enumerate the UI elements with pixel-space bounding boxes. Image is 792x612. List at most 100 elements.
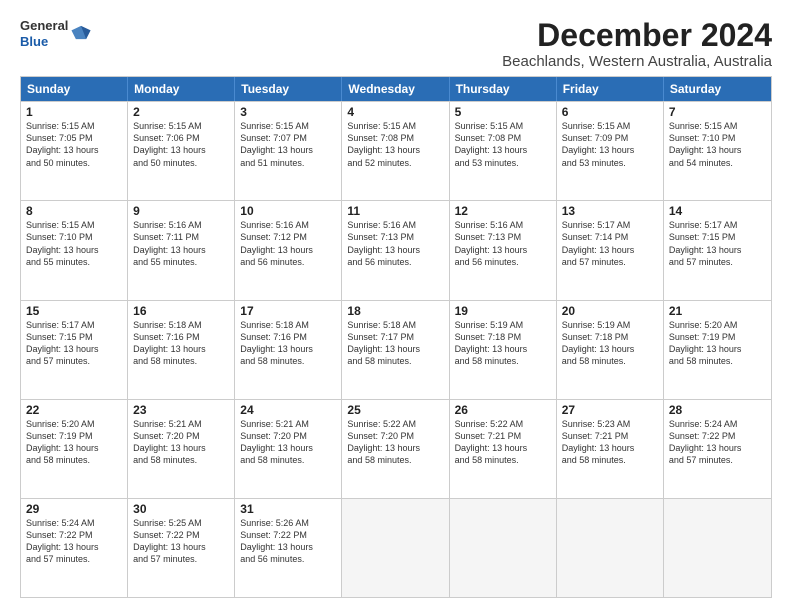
- day-info: Sunrise: 5:24 AMSunset: 7:22 PMDaylight:…: [669, 418, 766, 467]
- day-14: 14 Sunrise: 5:17 AMSunset: 7:15 PMDaylig…: [664, 201, 771, 299]
- day-number: 20: [562, 304, 658, 318]
- day-info: Sunrise: 5:18 AMSunset: 7:16 PMDaylight:…: [133, 319, 229, 368]
- day-number: 24: [240, 403, 336, 417]
- day-12: 12 Sunrise: 5:16 AMSunset: 7:13 PMDaylig…: [450, 201, 557, 299]
- day-9: 9 Sunrise: 5:16 AMSunset: 7:11 PMDayligh…: [128, 201, 235, 299]
- day-number: 3: [240, 105, 336, 119]
- day-number: 18: [347, 304, 443, 318]
- day-info: Sunrise: 5:21 AMSunset: 7:20 PMDaylight:…: [133, 418, 229, 467]
- day-30: 30 Sunrise: 5:25 AMSunset: 7:22 PMDaylig…: [128, 499, 235, 597]
- day-info: Sunrise: 5:15 AMSunset: 7:09 PMDaylight:…: [562, 120, 658, 169]
- day-18: 18 Sunrise: 5:18 AMSunset: 7:17 PMDaylig…: [342, 301, 449, 399]
- day-number: 13: [562, 204, 658, 218]
- day-info: Sunrise: 5:16 AMSunset: 7:12 PMDaylight:…: [240, 219, 336, 268]
- day-6: 6 Sunrise: 5:15 AMSunset: 7:09 PMDayligh…: [557, 102, 664, 200]
- col-saturday: Saturday: [664, 77, 771, 101]
- day-number: 6: [562, 105, 658, 119]
- day-info: Sunrise: 5:21 AMSunset: 7:20 PMDaylight:…: [240, 418, 336, 467]
- day-info: Sunrise: 5:15 AMSunset: 7:08 PMDaylight:…: [347, 120, 443, 169]
- day-info: Sunrise: 5:15 AMSunset: 7:10 PMDaylight:…: [26, 219, 122, 268]
- day-16: 16 Sunrise: 5:18 AMSunset: 7:16 PMDaylig…: [128, 301, 235, 399]
- calendar-body: 1 Sunrise: 5:15 AMSunset: 7:05 PMDayligh…: [21, 101, 771, 597]
- col-friday: Friday: [557, 77, 664, 101]
- day-3: 3 Sunrise: 5:15 AMSunset: 7:07 PMDayligh…: [235, 102, 342, 200]
- day-24: 24 Sunrise: 5:21 AMSunset: 7:20 PMDaylig…: [235, 400, 342, 498]
- day-number: 31: [240, 502, 336, 516]
- week-row-4: 22 Sunrise: 5:20 AMSunset: 7:19 PMDaylig…: [21, 399, 771, 498]
- day-info: Sunrise: 5:16 AMSunset: 7:11 PMDaylight:…: [133, 219, 229, 268]
- day-info: Sunrise: 5:19 AMSunset: 7:18 PMDaylight:…: [455, 319, 551, 368]
- day-29: 29 Sunrise: 5:24 AMSunset: 7:22 PMDaylig…: [21, 499, 128, 597]
- day-info: Sunrise: 5:16 AMSunset: 7:13 PMDaylight:…: [347, 219, 443, 268]
- day-27: 27 Sunrise: 5:23 AMSunset: 7:21 PMDaylig…: [557, 400, 664, 498]
- logo: General Blue: [20, 18, 92, 49]
- empty-cell: [557, 499, 664, 597]
- calendar-header: Sunday Monday Tuesday Wednesday Thursday…: [21, 77, 771, 101]
- day-info: Sunrise: 5:20 AMSunset: 7:19 PMDaylight:…: [669, 319, 766, 368]
- empty-cell: [664, 499, 771, 597]
- day-number: 21: [669, 304, 766, 318]
- day-info: Sunrise: 5:19 AMSunset: 7:18 PMDaylight:…: [562, 319, 658, 368]
- day-info: Sunrise: 5:20 AMSunset: 7:19 PMDaylight:…: [26, 418, 122, 467]
- day-number: 26: [455, 403, 551, 417]
- day-2: 2 Sunrise: 5:15 AMSunset: 7:06 PMDayligh…: [128, 102, 235, 200]
- day-number: 25: [347, 403, 443, 417]
- day-number: 28: [669, 403, 766, 417]
- day-number: 19: [455, 304, 551, 318]
- day-31: 31 Sunrise: 5:26 AMSunset: 7:22 PMDaylig…: [235, 499, 342, 597]
- day-number: 11: [347, 204, 443, 218]
- logo-icon: [70, 23, 92, 45]
- day-info: Sunrise: 5:22 AMSunset: 7:21 PMDaylight:…: [455, 418, 551, 467]
- day-number: 30: [133, 502, 229, 516]
- day-4: 4 Sunrise: 5:15 AMSunset: 7:08 PMDayligh…: [342, 102, 449, 200]
- day-1: 1 Sunrise: 5:15 AMSunset: 7:05 PMDayligh…: [21, 102, 128, 200]
- day-10: 10 Sunrise: 5:16 AMSunset: 7:12 PMDaylig…: [235, 201, 342, 299]
- day-number: 15: [26, 304, 122, 318]
- day-11: 11 Sunrise: 5:16 AMSunset: 7:13 PMDaylig…: [342, 201, 449, 299]
- day-21: 21 Sunrise: 5:20 AMSunset: 7:19 PMDaylig…: [664, 301, 771, 399]
- day-26: 26 Sunrise: 5:22 AMSunset: 7:21 PMDaylig…: [450, 400, 557, 498]
- day-number: 10: [240, 204, 336, 218]
- day-info: Sunrise: 5:15 AMSunset: 7:10 PMDaylight:…: [669, 120, 766, 169]
- day-info: Sunrise: 5:23 AMSunset: 7:21 PMDaylight:…: [562, 418, 658, 467]
- day-info: Sunrise: 5:18 AMSunset: 7:16 PMDaylight:…: [240, 319, 336, 368]
- day-number: 9: [133, 204, 229, 218]
- day-20: 20 Sunrise: 5:19 AMSunset: 7:18 PMDaylig…: [557, 301, 664, 399]
- month-title: December 2024: [502, 18, 772, 53]
- day-15: 15 Sunrise: 5:17 AMSunset: 7:15 PMDaylig…: [21, 301, 128, 399]
- day-19: 19 Sunrise: 5:19 AMSunset: 7:18 PMDaylig…: [450, 301, 557, 399]
- day-info: Sunrise: 5:17 AMSunset: 7:15 PMDaylight:…: [669, 219, 766, 268]
- day-23: 23 Sunrise: 5:21 AMSunset: 7:20 PMDaylig…: [128, 400, 235, 498]
- day-number: 12: [455, 204, 551, 218]
- col-tuesday: Tuesday: [235, 77, 342, 101]
- week-row-3: 15 Sunrise: 5:17 AMSunset: 7:15 PMDaylig…: [21, 300, 771, 399]
- day-info: Sunrise: 5:17 AMSunset: 7:15 PMDaylight:…: [26, 319, 122, 368]
- day-number: 1: [26, 105, 122, 119]
- page-header: General Blue December 2024 Beachlands, W…: [20, 18, 772, 70]
- logo-text: General Blue: [20, 18, 68, 49]
- day-number: 8: [26, 204, 122, 218]
- day-number: 4: [347, 105, 443, 119]
- day-13: 13 Sunrise: 5:17 AMSunset: 7:14 PMDaylig…: [557, 201, 664, 299]
- day-25: 25 Sunrise: 5:22 AMSunset: 7:20 PMDaylig…: [342, 400, 449, 498]
- day-number: 27: [562, 403, 658, 417]
- day-number: 17: [240, 304, 336, 318]
- day-info: Sunrise: 5:18 AMSunset: 7:17 PMDaylight:…: [347, 319, 443, 368]
- calendar: Sunday Monday Tuesday Wednesday Thursday…: [20, 76, 772, 598]
- col-monday: Monday: [128, 77, 235, 101]
- day-number: 5: [455, 105, 551, 119]
- col-wednesday: Wednesday: [342, 77, 449, 101]
- day-info: Sunrise: 5:24 AMSunset: 7:22 PMDaylight:…: [26, 517, 122, 566]
- day-info: Sunrise: 5:25 AMSunset: 7:22 PMDaylight:…: [133, 517, 229, 566]
- day-7: 7 Sunrise: 5:15 AMSunset: 7:10 PMDayligh…: [664, 102, 771, 200]
- calendar-page: General Blue December 2024 Beachlands, W…: [0, 0, 792, 612]
- day-22: 22 Sunrise: 5:20 AMSunset: 7:19 PMDaylig…: [21, 400, 128, 498]
- empty-cell: [342, 499, 449, 597]
- day-info: Sunrise: 5:15 AMSunset: 7:07 PMDaylight:…: [240, 120, 336, 169]
- day-info: Sunrise: 5:15 AMSunset: 7:05 PMDaylight:…: [26, 120, 122, 169]
- day-info: Sunrise: 5:22 AMSunset: 7:20 PMDaylight:…: [347, 418, 443, 467]
- day-info: Sunrise: 5:16 AMSunset: 7:13 PMDaylight:…: [455, 219, 551, 268]
- day-8: 8 Sunrise: 5:15 AMSunset: 7:10 PMDayligh…: [21, 201, 128, 299]
- day-info: Sunrise: 5:26 AMSunset: 7:22 PMDaylight:…: [240, 517, 336, 566]
- week-row-2: 8 Sunrise: 5:15 AMSunset: 7:10 PMDayligh…: [21, 200, 771, 299]
